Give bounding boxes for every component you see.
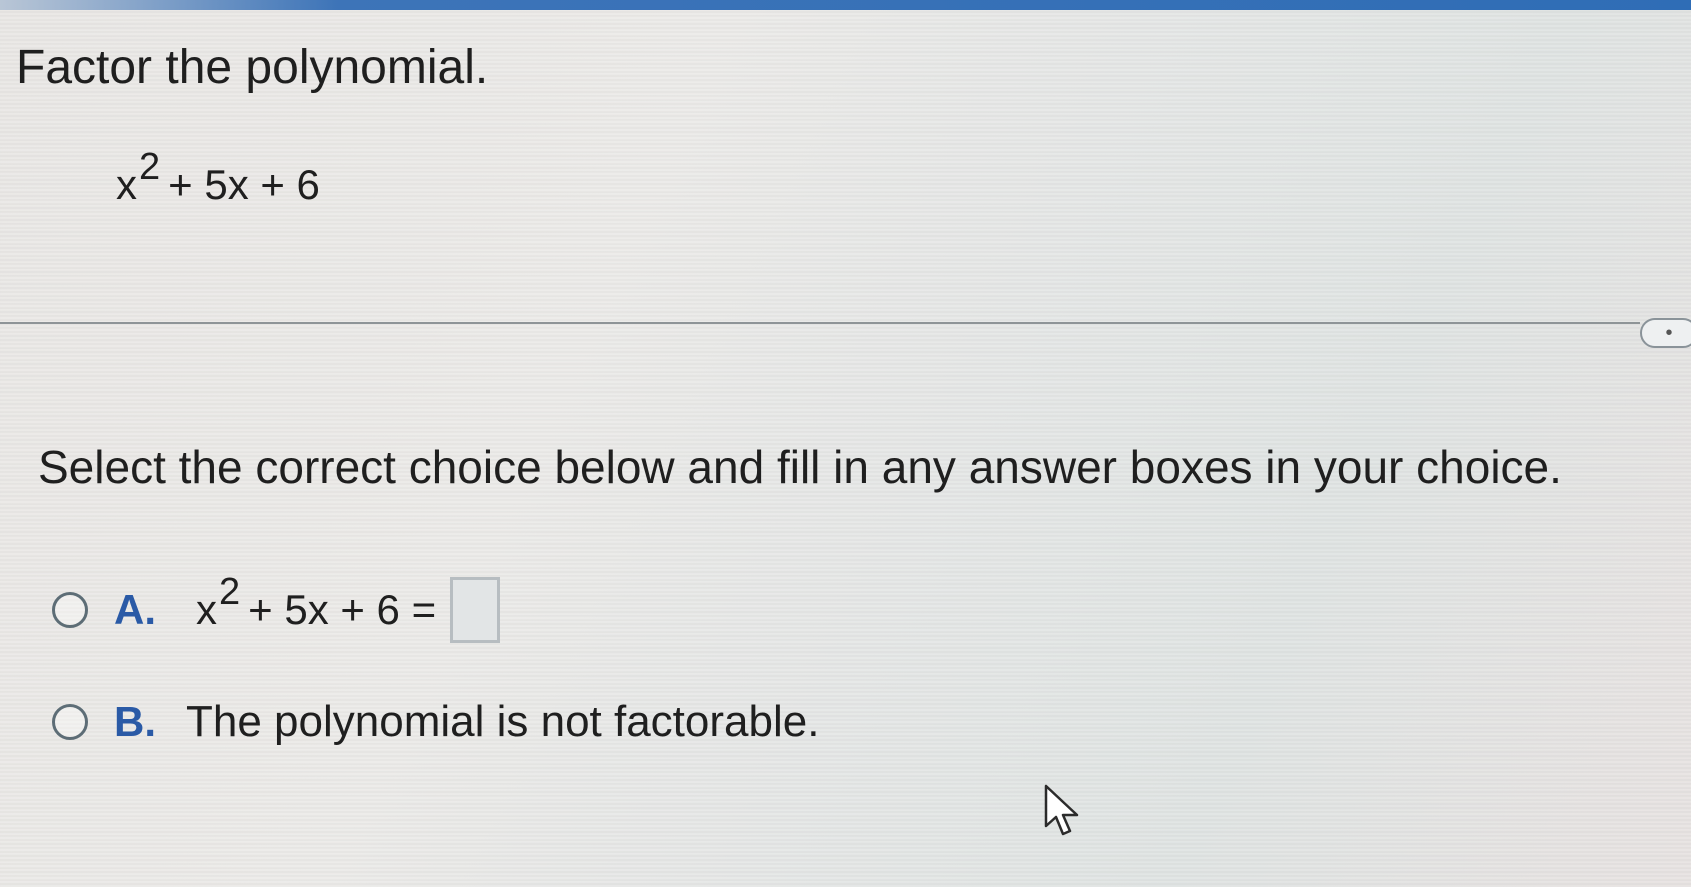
answer-input[interactable] <box>450 577 501 643</box>
choice-a-expression: x2 + 5x + 6 = <box>196 571 437 634</box>
polynomial-base: x <box>116 161 137 208</box>
expand-handle-button[interactable]: • <box>1640 318 1691 348</box>
choice-a-letter: A. <box>114 586 156 633</box>
radio-button-icon[interactable] <box>52 704 88 740</box>
mouse-pointer-icon <box>1044 784 1079 836</box>
question-title: Factor the polynomial. <box>16 41 489 94</box>
instruction-text: Select the correct choice below and fill… <box>38 441 1562 493</box>
choice-b[interactable]: B. The polynomial is not factorable. <box>52 692 819 752</box>
choice-a[interactable]: A. x2 + 5x + 6 = <box>52 571 501 643</box>
choice-a-base: x <box>196 586 217 633</box>
choice-b-text: The polynomial is not factorable. <box>186 697 820 746</box>
choice-a-rest: + 5x + 6 = <box>248 586 437 633</box>
dot-icon: • <box>1665 321 1673 344</box>
choice-a-exponent: 2 <box>219 571 241 613</box>
polynomial-exponent: 2 <box>139 146 161 188</box>
choice-b-letter: B. <box>114 698 156 745</box>
section-divider <box>0 322 1640 324</box>
polynomial-rest: + 5x + 6 <box>168 161 320 208</box>
top-accent-bar <box>0 0 1691 10</box>
polynomial-expression: x2 + 5x + 6 <box>116 146 320 212</box>
radio-button-icon[interactable] <box>52 592 88 628</box>
